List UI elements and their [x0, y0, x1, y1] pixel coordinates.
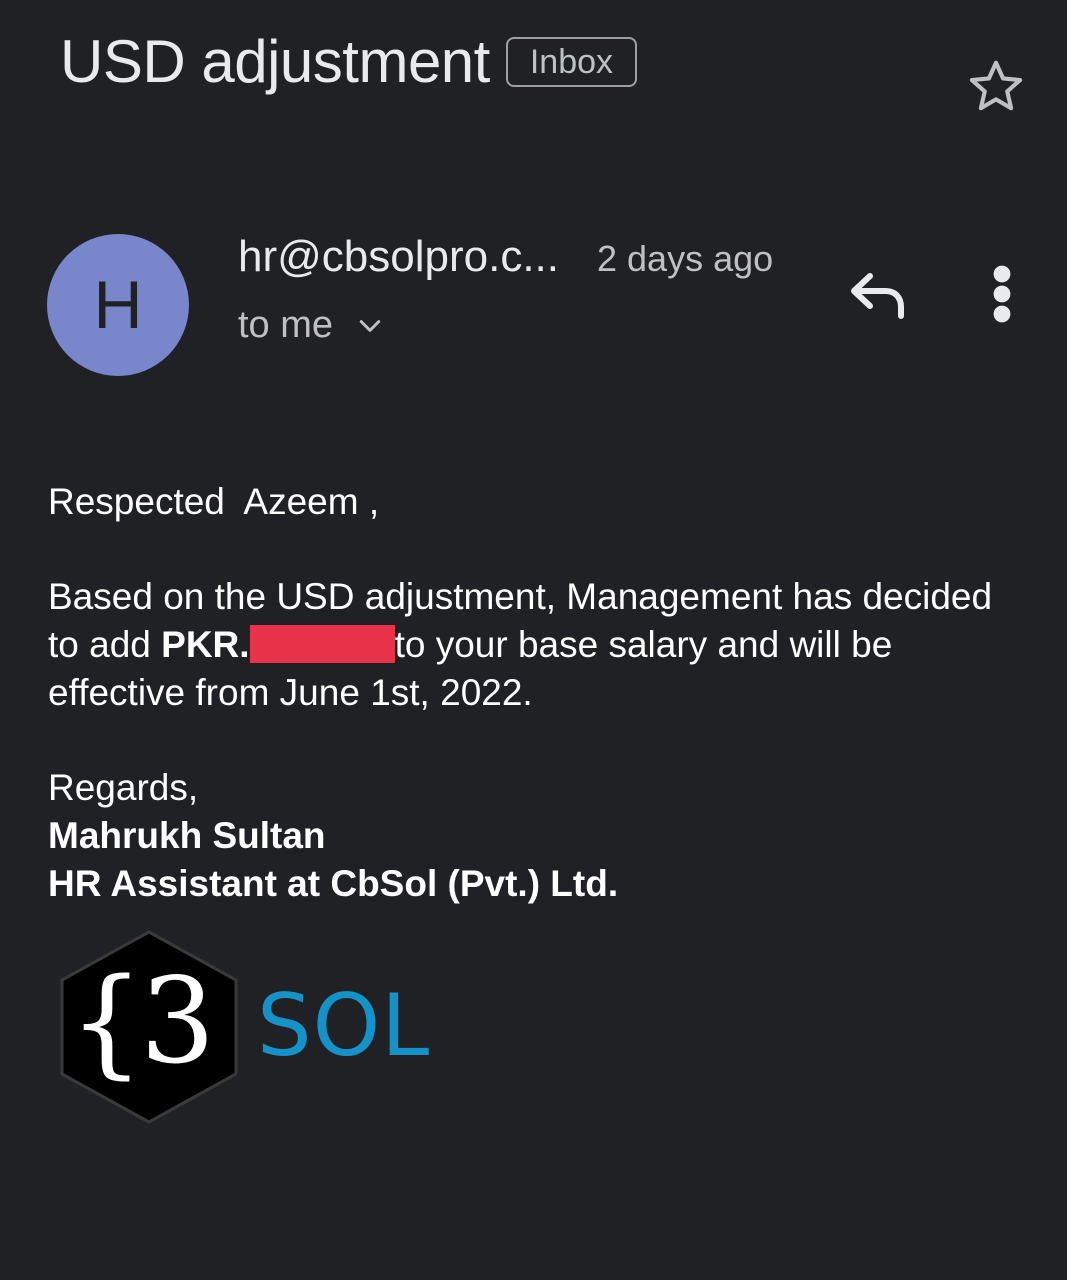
email-subject: USD adjustment [60, 28, 490, 95]
sender-row: hr@cbsolpro.c... 2 days ago [238, 232, 773, 282]
reply-icon[interactable] [846, 266, 910, 322]
star-icon[interactable] [965, 56, 1027, 118]
message-time: 2 days ago [597, 238, 774, 279]
company-logo: {3 SOL [54, 928, 434, 1128]
body-paragraph: Based on the USD adjustment, Management … [48, 573, 1028, 717]
logo-mark: {3 [69, 952, 215, 1090]
recipient-details-toggle[interactable]: to me [238, 304, 385, 347]
sender-avatar[interactable]: H [47, 234, 189, 376]
redacted-amount [249, 625, 395, 663]
sender-address[interactable]: hr@cbsolpro.c... [238, 232, 559, 282]
more-vert-icon[interactable] [980, 264, 1024, 324]
greeting: Respected Azeem , [48, 481, 380, 522]
inbox-label-chip[interactable]: Inbox [505, 37, 638, 87]
signature-title: HR Assistant at CbSol (Pvt.) Ltd. [48, 863, 619, 904]
closing: Regards, [48, 767, 199, 808]
subject-row: USD adjustment Inbox [60, 22, 638, 102]
currency-label: PKR. [161, 624, 250, 665]
avatar-letter: H [93, 267, 143, 343]
signature-name: Mahrukh Sultan [48, 815, 326, 856]
email-body: Respected Azeem , Based on the USD adjus… [48, 478, 1028, 908]
logo-wordmark: SOL [257, 976, 431, 1076]
recipient-label: to me [238, 304, 334, 346]
chevron-down-icon [359, 319, 381, 332]
